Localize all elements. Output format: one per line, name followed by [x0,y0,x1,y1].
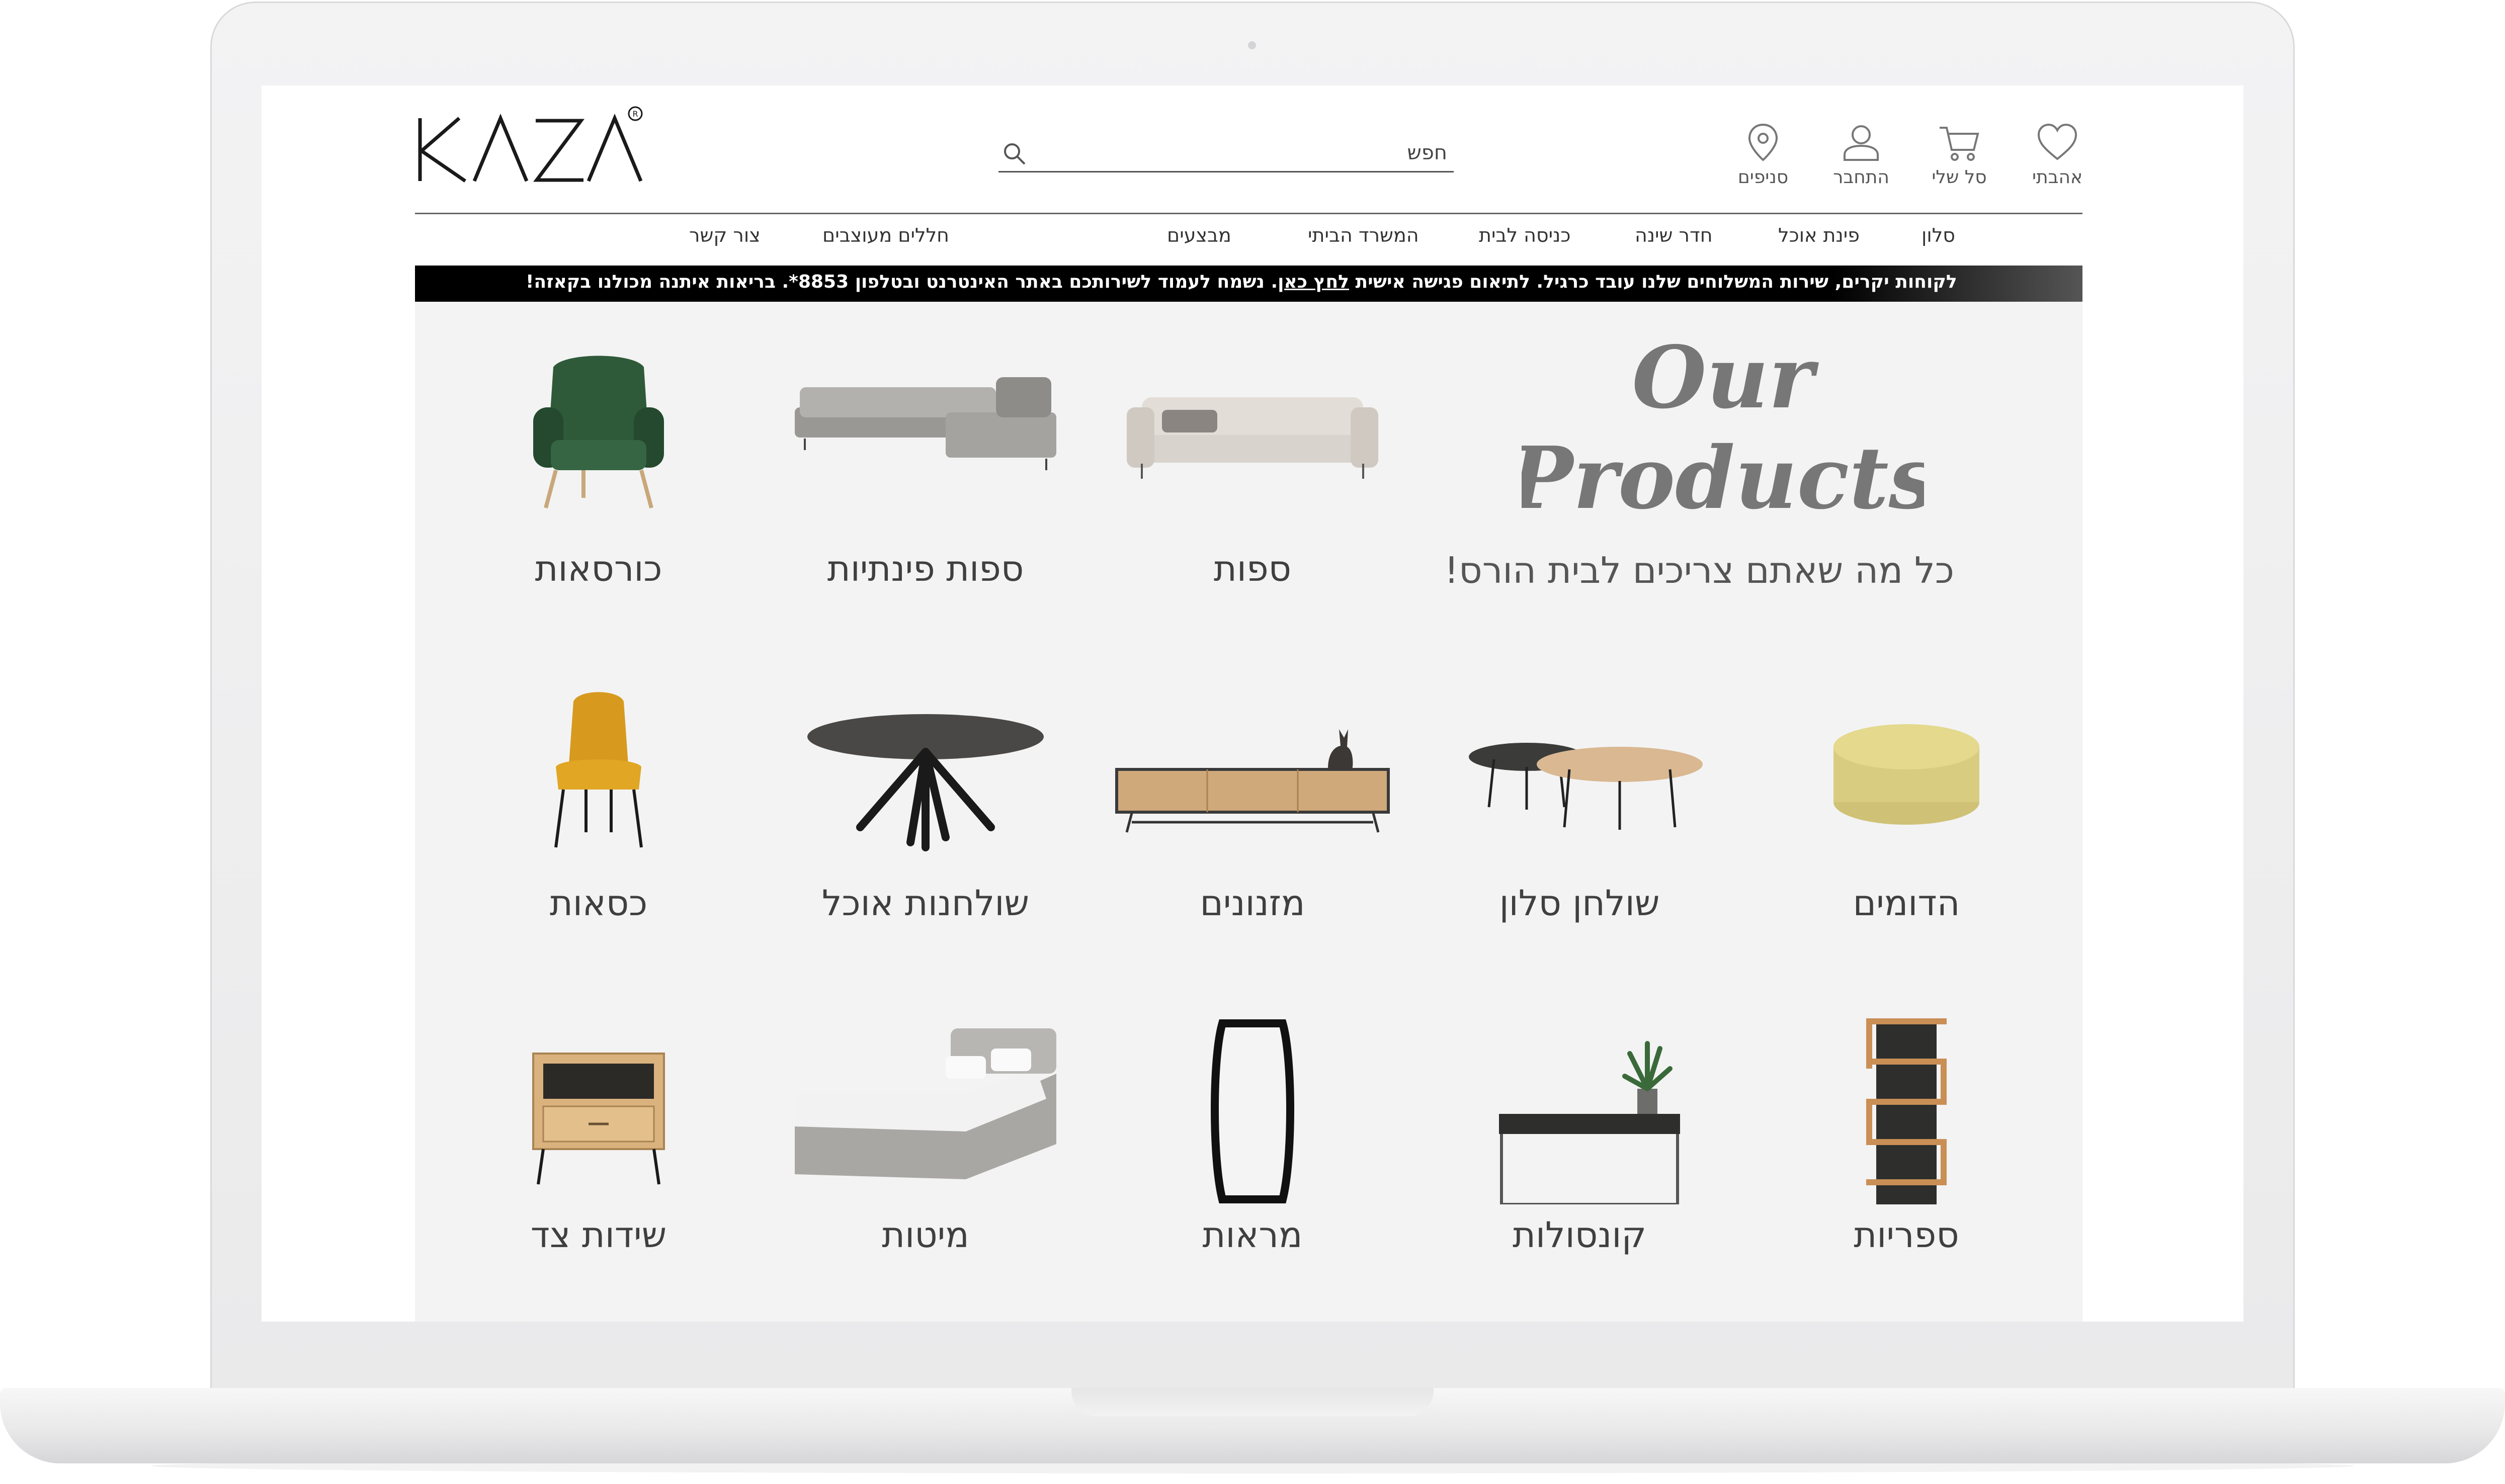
nav-entrance[interactable]: כניסה לבית [1479,224,1570,246]
hero-script-line2: Products [1522,428,1924,529]
heart-icon [2037,123,2077,160]
category-label: מזנונים [1200,883,1305,924]
hero-script-title: Our Products [1507,327,1937,533]
user-icon [1844,125,1879,161]
nav-designed-spaces[interactable]: חללים מעוצבים [822,224,949,246]
category-label: הדומים [1853,883,1960,924]
category-poufs[interactable]: הדומים [1766,681,2047,963]
announcement-part-2: . נשמח לעמוד לשירותכם באתר האינטרנט ובטל… [526,272,1278,292]
category-label: מראות [1202,1214,1303,1256]
search-input[interactable] [1029,138,1448,167]
console-icon [1499,1041,1680,1204]
cart-icon [1940,127,1979,161]
category-consoles[interactable]: קונסולות [1439,1013,1720,1295]
favorites-label: אהבתי [2032,167,2083,188]
hero-script-line1: Our [1632,332,1819,428]
nav-bedroom[interactable]: חדר שינה [1635,224,1713,246]
nav-living-room[interactable]: סלון [1922,224,1955,246]
corner-sofa-icon [795,377,1056,470]
category-sofas[interactable]: ספות [1112,347,1393,629]
mirror-icon [1211,1019,1294,1203]
category-tv-stands[interactable]: מזנונים [1112,681,1393,963]
browser-screen: R סניפים התחבר סל שלי אהבתי סלון פינת א [262,85,2243,1322]
category-bookshelves[interactable]: ספריות [1766,1013,2047,1295]
location-pin-icon [1748,123,1778,161]
nightstand-icon [532,1053,665,1185]
bookshelf-icon [1866,1018,1947,1204]
nav-contact[interactable]: צור קשר [689,224,761,246]
chair-icon [554,692,643,848]
header-divider [415,213,2082,214]
category-nightstands[interactable]: שידות צד [458,1013,739,1295]
search-bar[interactable] [998,136,1454,172]
announcement-link[interactable]: לחץ כאן [1278,272,1349,292]
stores-link[interactable]: סניפים [1725,120,1801,195]
dining-table-icon [807,714,1044,851]
pouf-icon [1833,724,1979,825]
laptop-notch [1071,1388,1434,1416]
cart-label: סל שלי [1932,167,1987,188]
category-label: שולחנות אוכל [821,883,1030,924]
coffee-table-icon [1469,743,1703,830]
search-icon[interactable] [1001,141,1028,169]
stores-label: סניפים [1737,167,1789,188]
nav-sales[interactable]: מבצעים [1167,224,1231,246]
announcement-text: לקוחות יקרים, שירות המשלוחים שלנו עובד כ… [526,272,1957,292]
nav-home-office[interactable]: המשרד הביתי [1308,224,1419,246]
category-label: כסאות [549,883,648,924]
favorites-link[interactable]: אהבתי [2020,120,2095,195]
armchair-icon [533,356,664,509]
kaza-logo[interactable]: R [415,106,646,186]
category-label: שולחן סלון [1499,883,1660,924]
cart-link[interactable]: סל שלי [1922,120,1997,195]
category-dining-tables[interactable]: שולחנות אוכל [785,681,1066,963]
category-armchairs[interactable]: כורסאות [458,347,739,629]
category-label: ספות [1213,548,1292,589]
registered-mark: R [632,109,638,119]
category-label: מיטות [882,1214,969,1256]
login-link[interactable]: התחבר [1823,120,1899,195]
camera-icon [1248,41,1256,49]
category-label: קונסולות [1512,1214,1647,1256]
products-section: Our Products כל מה שאתם צריכים לבית הורס… [415,302,2082,1322]
category-label: ספות פינתיות [827,548,1024,589]
category-coffee-tables[interactable]: שולחן סלון [1439,681,1720,963]
category-label: שידות צד [530,1214,667,1256]
nav-dining[interactable]: פינת אוכל [1778,224,1860,246]
hero-subtitle: כל מה שאתם צריכים לבית הורס! [1444,549,1954,591]
category-label: כורסאות [535,548,662,589]
header-icons: סניפים התחבר סל שלי אהבתי [1725,120,2108,195]
main-nav: סלון פינת אוכל חדר שינה כניסה לבית המשרד… [415,224,2082,254]
sofa-icon [1127,397,1378,479]
category-label: ספריות [1854,1214,1959,1256]
announcement-bar: לקוחות יקרים, שירות המשלוחים שלנו עובד כ… [415,266,2082,302]
login-label: התחבר [1833,167,1889,188]
category-chairs[interactable]: כסאות [458,681,739,963]
category-beds[interactable]: מיטות [785,1013,1066,1295]
category-mirrors[interactable]: מראות [1112,1013,1393,1295]
category-corner-sofas[interactable]: ספות פינתיות [785,347,1066,629]
bed-icon [795,1028,1056,1179]
announcement-part-1: לקוחות יקרים, שירות המשלוחים שלנו עובד כ… [1355,272,1957,292]
tv-stand-icon [1115,729,1390,833]
